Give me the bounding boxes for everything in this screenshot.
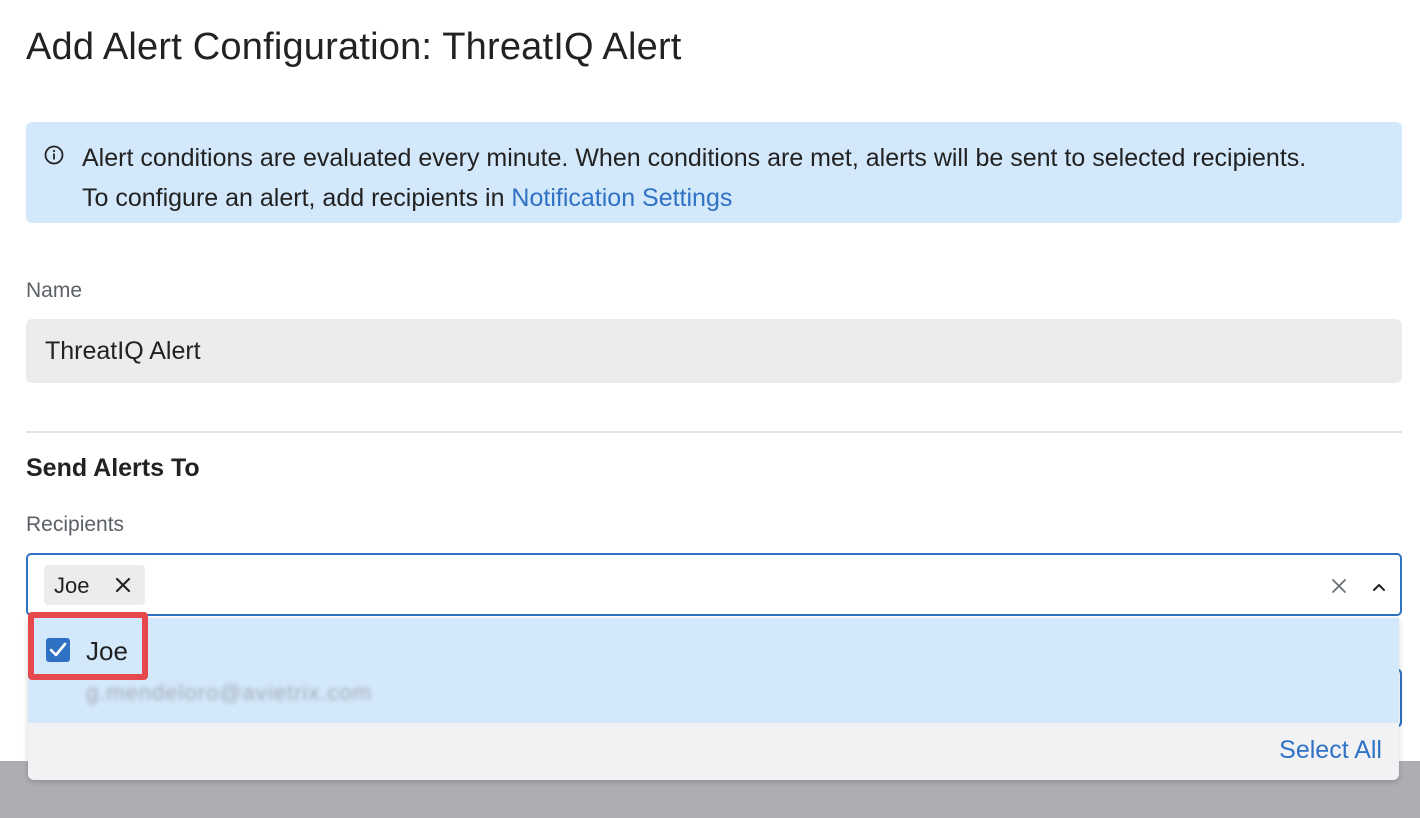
info-banner-line1: Alert conditions are evaluated every min… — [82, 144, 1307, 172]
info-icon — [44, 145, 64, 165]
clear-selection-icon[interactable] — [1331, 578, 1347, 594]
recipient-option-name: Joe — [86, 636, 128, 666]
page-title: Add Alert Configuration: ThreatIQ Alert — [26, 26, 682, 68]
section-divider — [26, 431, 1402, 433]
recipients-label: Recipients — [26, 513, 125, 536]
recipient-option-email: g.mendeloro@avietrix.com — [86, 680, 372, 705]
recipients-select[interactable]: Joe — [26, 553, 1402, 616]
recipient-chip: Joe — [44, 565, 145, 605]
recipients-dropdown-menu: Joe g.mendeloro@avietrix.com Select All — [28, 618, 1399, 780]
recipient-option[interactable]: Joe g.mendeloro@avietrix.com — [28, 618, 1399, 723]
info-banner-line2: To configure an alert, add recipients in — [82, 184, 512, 212]
chevron-up-icon[interactable] — [1372, 579, 1386, 591]
info-banner: Alert conditions are evaluated every min… — [26, 122, 1402, 223]
recipient-chip-label: Joe — [54, 573, 90, 598]
info-banner-text: Alert conditions are evaluated every min… — [82, 138, 1378, 218]
send-alerts-heading: Send Alerts To — [26, 454, 200, 482]
notification-settings-link[interactable]: Notification Settings — [511, 184, 732, 212]
name-input[interactable]: ThreatIQ Alert — [26, 319, 1402, 383]
alert-configuration-page: Add Alert Configuration: ThreatIQ Alert … — [0, 0, 1420, 818]
name-label: Name — [26, 279, 83, 302]
recipient-checkbox[interactable] — [46, 638, 70, 662]
select-all-link[interactable]: Select All — [1279, 736, 1382, 765]
chip-remove-icon[interactable] — [114, 576, 132, 594]
